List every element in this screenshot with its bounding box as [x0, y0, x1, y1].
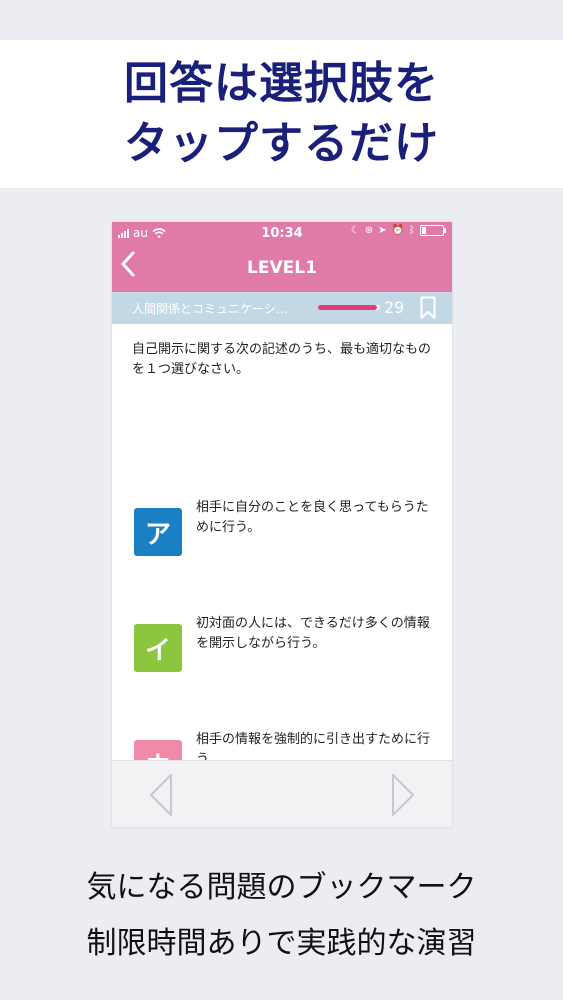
status-bar: au 10:34 ☾ ⊛ ➤ ⏰ ᛒ [112, 222, 452, 244]
banner-line-2: タップするだけ [124, 118, 439, 169]
choice-i-text[interactable]: 初対面の人には、できるだけ多くの情報を開示しながら行う。 [196, 614, 436, 654]
nav-bar: LEVEL1 [112, 244, 452, 292]
location-icon: ➤ [378, 225, 387, 236]
footer-line-1: 気になる問題のブックマーク [86, 870, 477, 905]
promo-banner: 回答は選択肢を タップするだけ [0, 40, 563, 188]
phone-screen: au 10:34 ☾ ⊛ ➤ ⏰ ᛒ LEVEL1 人間関係とコミュニケーシ… … [112, 222, 452, 827]
prev-arrow-icon[interactable] [148, 773, 174, 821]
category-label: 人間関係とコミュニケーシ… [132, 302, 288, 316]
progress-bar [318, 305, 380, 310]
banner-line-1: 回答は選択肢を [124, 58, 439, 109]
bottom-nav-bar [112, 760, 452, 827]
question-count: 29 [384, 298, 405, 317]
battery-icon [420, 225, 446, 236]
progress-fill [318, 305, 377, 310]
promo-footer: 気になる問題のブックマーク 制限時間ありで実践的な演習 [0, 860, 563, 972]
next-arrow-icon[interactable] [390, 773, 416, 821]
question-text: 自己開示に関する次の記述のうち、最も適切なものを１つ選びなさい。 [132, 342, 432, 377]
bookmark-icon[interactable] [420, 296, 436, 324]
alarm-icon: ⏰ [391, 225, 404, 236]
choice-a-badge[interactable]: ア [134, 508, 182, 556]
rotation-lock-icon: ⊛ [364, 225, 374, 236]
choice-i-badge[interactable]: イ [134, 624, 182, 672]
category-bar: 人間関係とコミュニケーシ… 29 [112, 292, 452, 324]
footer-line-2: 制限時間ありで実践的な演習 [86, 926, 477, 961]
nav-title: LEVEL1 [247, 258, 317, 278]
bluetooth-icon: ᛒ [409, 225, 415, 236]
choice-a-text[interactable]: 相手に自分のことを良く思ってもらうために行う。 [196, 498, 436, 538]
moon-icon: ☾ [350, 225, 360, 236]
